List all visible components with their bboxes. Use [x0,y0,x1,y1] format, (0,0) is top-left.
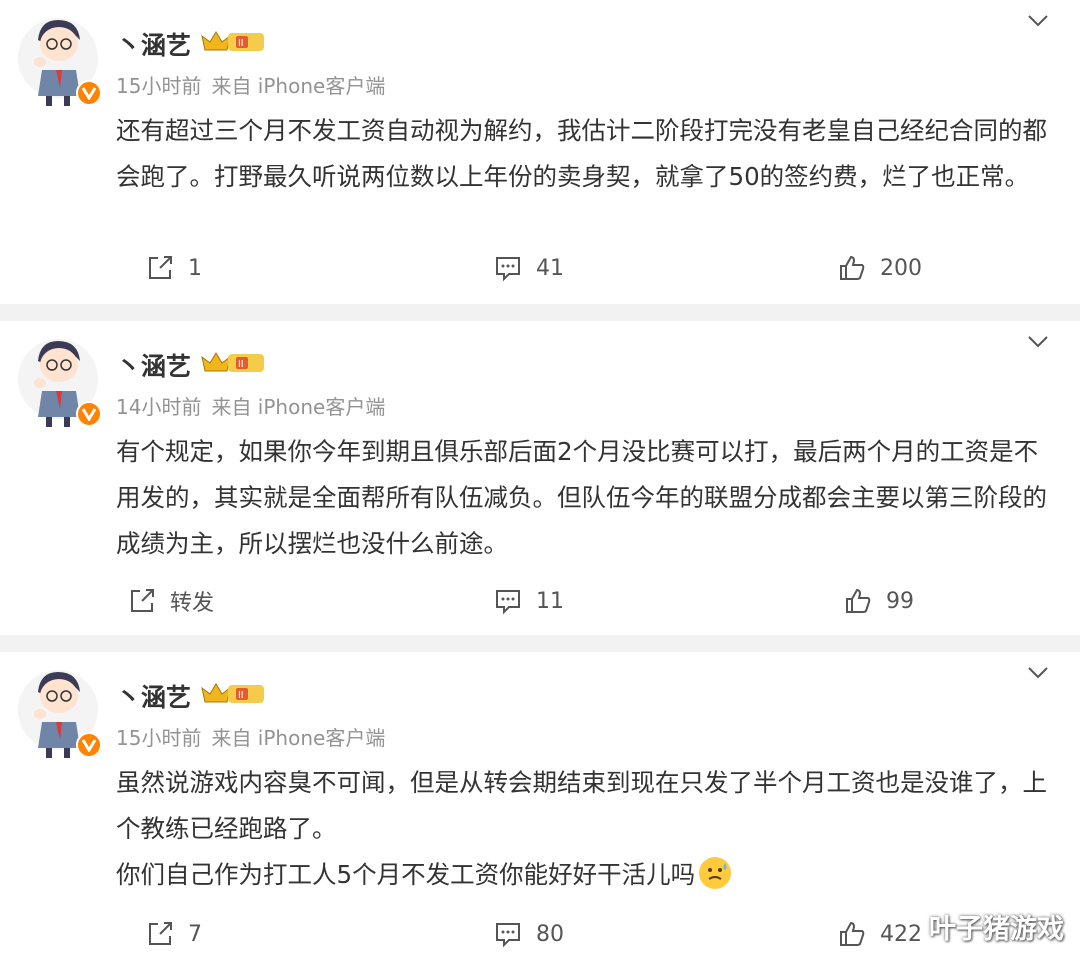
repost-button[interactable]: 转发 [128,581,214,621]
comment-icon [496,257,520,282]
repost-icon [149,256,172,279]
repost-label: 转发 [170,591,215,616]
like-count: 422 [880,921,922,947]
like-button[interactable]: 422 [838,914,922,954]
repost-count: 7 [188,921,202,947]
comment-button[interactable]: 80 [494,914,564,954]
weibo-post-3: 丶涵艺 II 15小时前 来自 iPhone客户端 虽然说游戏内容臭不可闻，但是从… [0,652,1080,962]
vip-crown-icon: II [201,352,264,372]
post-source: 来自 iPhone客户端 [211,395,386,419]
like-count: 99 [886,588,914,614]
verified-badge-icon [76,732,102,758]
post-paragraph: 有个规定，如果你今年到期且俱乐部后面2个月没比赛可以打，最后两个月的工资是不用发… [116,437,1047,558]
user-name[interactable]: 丶涵艺 [116,26,191,62]
post-time[interactable]: 15小时前 [116,726,201,750]
thumbs-up-icon [840,921,865,946]
thumbs-up-icon [846,588,871,613]
post-actions: 1 41 200 [0,248,1080,288]
post-meta: 14小时前 来自 iPhone客户端 [116,391,395,420]
comment-icon [496,590,520,615]
thumbs-up-icon [840,255,865,280]
post-actions: 转发 11 99 [0,581,1080,621]
verified-badge-icon [76,80,102,106]
post-time[interactable]: 14小时前 [116,395,201,419]
svg-text:II: II [238,690,244,701]
comment-count: 80 [536,921,564,947]
comment-count: 41 [536,255,564,281]
post-content: 虽然说游戏内容臭不可闻，但是从转会期结束到现在只发了半个月工资也是没谁了，上个教… [116,760,1056,898]
like-count: 200 [880,255,922,281]
post-source: 来自 iPhone客户端 [211,726,386,750]
post-meta: 15小时前 来自 iPhone客户端 [116,70,395,99]
user-name[interactable]: 丶涵艺 [116,347,191,383]
post-time[interactable]: 15小时前 [116,74,201,98]
post-content: 有个规定，如果你今年到期且俱乐部后面2个月没比赛可以打，最后两个月的工资是不用发… [116,429,1056,567]
chevron-down-icon[interactable] [1026,12,1050,30]
post-paragraph: 还有超过三个月不发工资自动视为解约，我估计二阶段打完没有老皇自己经纪合同的都会跑… [116,116,1047,191]
repost-icon [149,922,172,945]
verified-badge-icon [76,401,102,427]
repost-button[interactable]: 7 [146,914,202,954]
vip-crown-icon: II [201,683,264,703]
svg-text:II: II [238,359,244,370]
comment-button[interactable]: 11 [494,581,564,621]
post-source: 来自 iPhone客户端 [211,74,386,98]
post-paragraph-text: 你们自己作为打工人5个月不发工资你能好好干活儿吗 [116,860,696,889]
like-button[interactable]: 200 [838,248,922,288]
comment-count: 11 [536,588,564,614]
post-actions: 7 80 422 [0,914,1080,954]
chevron-down-icon[interactable] [1026,664,1050,682]
vip-crown-icon: II [201,31,264,51]
comment-icon [496,923,520,948]
post-content: 还有超过三个月不发工资自动视为解约，我估计二阶段打完没有老皇自己经纪合同的都会跑… [116,108,1056,200]
like-button[interactable]: 99 [844,581,914,621]
post-paragraph: 虽然说游戏内容臭不可闻，但是从转会期结束到现在只发了半个月工资也是没谁了，上个教… [116,768,1047,843]
weibo-post-2: 丶涵艺 II 14小时前 来自 iPhone客户端 有个规定，如果你今年到期且俱乐… [0,321,1080,635]
weibo-post-1: 丶涵艺 II 15小时前 来自 iPhone客户端 还有超过三个月不发工资自动视为… [0,0,1080,304]
svg-text:II: II [238,38,244,49]
user-name[interactable]: 丶涵艺 [116,678,191,714]
repost-button[interactable]: 1 [146,248,202,288]
post-paragraph: 你们自己作为打工人5个月不发工资你能好好干活儿吗 [116,852,1056,898]
chevron-down-icon[interactable] [1026,333,1050,351]
comment-button[interactable]: 41 [494,248,564,288]
sweat-emoji-icon [699,857,732,889]
repost-count: 1 [188,255,202,281]
post-meta: 15小时前 来自 iPhone客户端 [116,722,395,751]
watermark: 叶子猪游戏 [929,914,1064,945]
repost-icon [131,589,154,612]
